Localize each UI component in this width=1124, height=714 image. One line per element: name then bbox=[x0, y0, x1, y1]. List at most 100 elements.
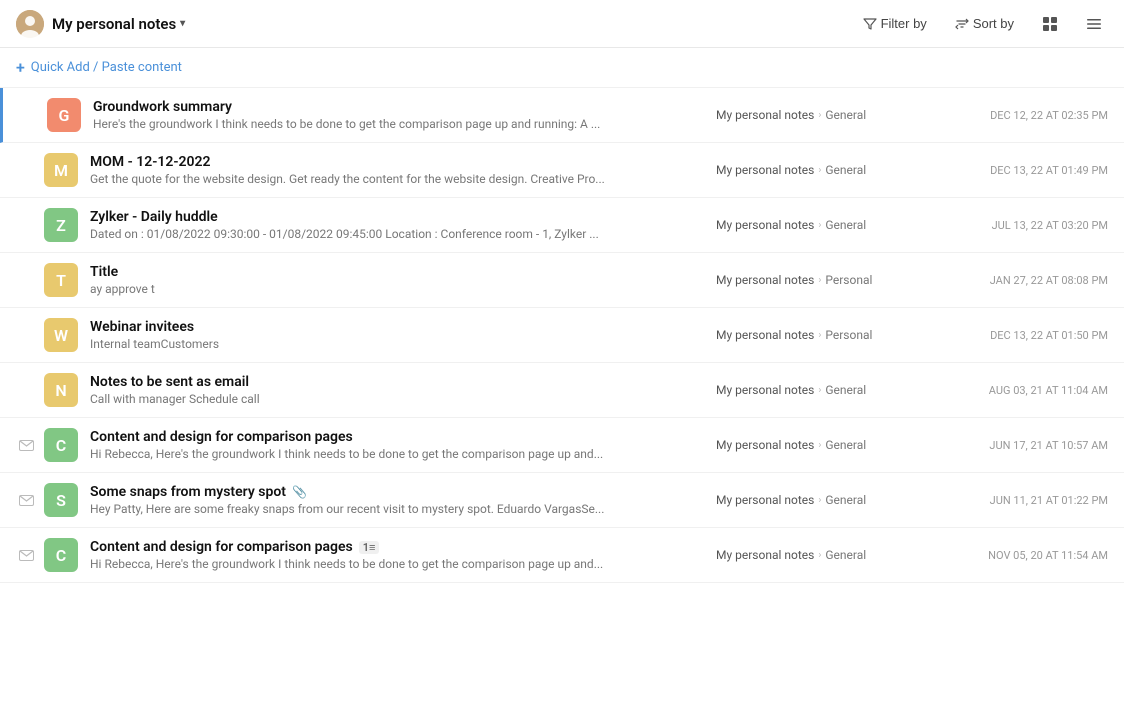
note-title: Content and design for comparison pages bbox=[90, 429, 704, 445]
note-title: Title bbox=[90, 264, 704, 280]
email-icon bbox=[19, 495, 34, 506]
note-avatar: N bbox=[44, 373, 78, 407]
menu-icon bbox=[1086, 16, 1102, 32]
list-badge: 1≡ bbox=[359, 541, 380, 554]
header-left: My personal notes ▾ bbox=[16, 10, 185, 38]
list-item[interactable]: C Content and design for comparison pages… bbox=[0, 528, 1124, 583]
note-preview: Hi Rebecca, Here's the groundwork I thin… bbox=[90, 447, 704, 461]
note-content: Content and design for comparison pages1… bbox=[90, 539, 704, 571]
note-tag: General bbox=[825, 548, 866, 562]
menu-button[interactable] bbox=[1080, 12, 1108, 36]
meta-separator: › bbox=[818, 110, 821, 121]
list-item[interactable]: Z Zylker - Daily huddle Dated on : 01/08/2… bbox=[0, 198, 1124, 253]
note-notebook: My personal notes bbox=[716, 328, 814, 342]
email-icon bbox=[19, 550, 34, 561]
note-tag: General bbox=[825, 108, 866, 122]
note-content: Some snaps from mystery spot📎 Hey Patty, … bbox=[90, 484, 704, 516]
header-title[interactable]: My personal notes ▾ bbox=[52, 15, 185, 33]
note-title: Notes to be sent as email bbox=[90, 374, 704, 390]
note-preview: Hey Patty, Here are some freaky snaps fr… bbox=[90, 502, 704, 516]
chevron-down-icon: ▾ bbox=[180, 18, 185, 29]
filter-icon bbox=[863, 17, 877, 31]
quick-add-bar[interactable]: + Quick Add / Paste content bbox=[0, 48, 1124, 88]
note-preview: Here's the groundwork I think needs to b… bbox=[93, 117, 704, 131]
note-meta: My personal notes›General bbox=[716, 383, 936, 397]
note-avatar: Z bbox=[44, 208, 78, 242]
filter-label: Filter by bbox=[881, 16, 927, 31]
meta-separator: › bbox=[818, 220, 821, 231]
note-notebook: My personal notes bbox=[716, 273, 814, 287]
sort-label: Sort by bbox=[973, 16, 1014, 31]
note-tag: General bbox=[825, 493, 866, 507]
note-avatar: C bbox=[44, 538, 78, 572]
list-item[interactable]: CContent and design for comparison pages… bbox=[0, 418, 1124, 473]
note-meta: My personal notes › General bbox=[716, 163, 936, 177]
header: My personal notes ▾ Filter by Sort by bbox=[0, 0, 1124, 48]
plus-icon: + bbox=[16, 58, 25, 77]
note-date: DEC 13, 22 AT 01:49 PM bbox=[948, 164, 1108, 177]
note-notebook: My personal notes bbox=[716, 548, 814, 562]
note-avatar: W bbox=[44, 318, 78, 352]
note-date: DEC 13, 22 AT 01:50 PM bbox=[948, 329, 1108, 342]
note-meta: My personal notes›General bbox=[716, 493, 936, 507]
notes-list: G Groundwork summaryHere's the groundwork… bbox=[0, 88, 1124, 583]
note-content: Webinar inviteesInternal teamCustomers bbox=[90, 319, 704, 351]
note-title: Content and design for comparison pages1… bbox=[90, 539, 704, 555]
note-notebook: My personal notes bbox=[716, 493, 814, 507]
note-preview: Hi Rebecca, Here's the groundwork I thin… bbox=[90, 557, 704, 571]
note-preview: Dated on : 01/08/2022 09:30:00 - 01/08/2… bbox=[90, 227, 704, 241]
meta-separator: › bbox=[818, 165, 821, 176]
list-item[interactable]: TTitleay approve tMy personal notes›Pers… bbox=[0, 253, 1124, 308]
note-avatar: M bbox=[44, 153, 78, 187]
note-notebook: My personal notes bbox=[716, 383, 814, 397]
header-actions: Filter by Sort by bbox=[857, 12, 1108, 36]
meta-separator: › bbox=[818, 385, 821, 396]
note-date: AUG 03, 21 AT 11:04 AM bbox=[948, 384, 1108, 397]
note-avatar: G bbox=[47, 98, 81, 132]
sort-button[interactable]: Sort by bbox=[949, 12, 1020, 35]
note-content: Title ay approve t bbox=[90, 264, 704, 296]
note-title: Some snaps from mystery spot📎 bbox=[90, 484, 704, 500]
note-content: Content and design for comparison pages H… bbox=[90, 429, 704, 461]
note-meta: My personal notes › Personal bbox=[716, 273, 936, 287]
list-item[interactable]: S Some snaps from mystery spot📎 Hey Patty,… bbox=[0, 473, 1124, 528]
note-date: JAN 27, 22 AT 08:08 PM bbox=[948, 274, 1108, 287]
note-date: JUL 13, 22 AT 03:20 PM bbox=[948, 219, 1108, 232]
note-date: NOV 05, 20 AT 11:54 AM bbox=[948, 549, 1108, 562]
notebook-title-text: My personal notes bbox=[52, 15, 176, 33]
list-item[interactable]: W Webinar inviteesInternal teamCustomers M… bbox=[0, 308, 1124, 363]
note-meta: My personal notes › General bbox=[716, 438, 936, 452]
meta-separator: › bbox=[818, 550, 821, 561]
list-item[interactable]: NNotes to be sent as emailCall with mana… bbox=[0, 363, 1124, 418]
note-content: MOM - 12-12-2022Get the quote for the we… bbox=[90, 154, 704, 186]
note-content: Groundwork summaryHere's the groundwork … bbox=[93, 99, 704, 131]
note-tag: General bbox=[825, 163, 866, 177]
email-icon bbox=[19, 440, 34, 451]
email-status-icon bbox=[16, 495, 36, 506]
avatar bbox=[16, 10, 44, 38]
note-notebook: My personal notes bbox=[716, 163, 814, 177]
attachment-icon: 📎 bbox=[292, 485, 307, 499]
note-date: JUN 17, 21 AT 10:57 AM bbox=[948, 439, 1108, 452]
list-item[interactable]: G Groundwork summaryHere's the groundwork… bbox=[0, 88, 1124, 143]
note-tag: General bbox=[825, 438, 866, 452]
note-meta: My personal notes › Personal bbox=[716, 328, 936, 342]
list-item[interactable]: M MOM - 12-12-2022Get the quote for the w… bbox=[0, 143, 1124, 198]
grid-icon bbox=[1042, 16, 1058, 32]
note-notebook: My personal notes bbox=[716, 438, 814, 452]
note-tag: Personal bbox=[825, 328, 872, 342]
note-tag: Personal bbox=[825, 273, 872, 287]
note-notebook: My personal notes bbox=[716, 108, 814, 122]
sort-icon bbox=[955, 17, 969, 31]
filter-button[interactable]: Filter by bbox=[857, 12, 933, 35]
meta-separator: › bbox=[818, 275, 821, 286]
meta-separator: › bbox=[818, 330, 821, 341]
note-meta: My personal notes › General bbox=[716, 108, 936, 122]
quick-add-label: Quick Add / Paste content bbox=[31, 60, 182, 75]
note-avatar: S bbox=[44, 483, 78, 517]
note-date: DEC 12, 22 AT 02:35 PM bbox=[948, 109, 1108, 122]
note-preview: ay approve t bbox=[90, 282, 704, 296]
note-title: Zylker - Daily huddle bbox=[90, 209, 704, 225]
meta-separator: › bbox=[818, 440, 821, 451]
grid-view-button[interactable] bbox=[1036, 12, 1064, 36]
